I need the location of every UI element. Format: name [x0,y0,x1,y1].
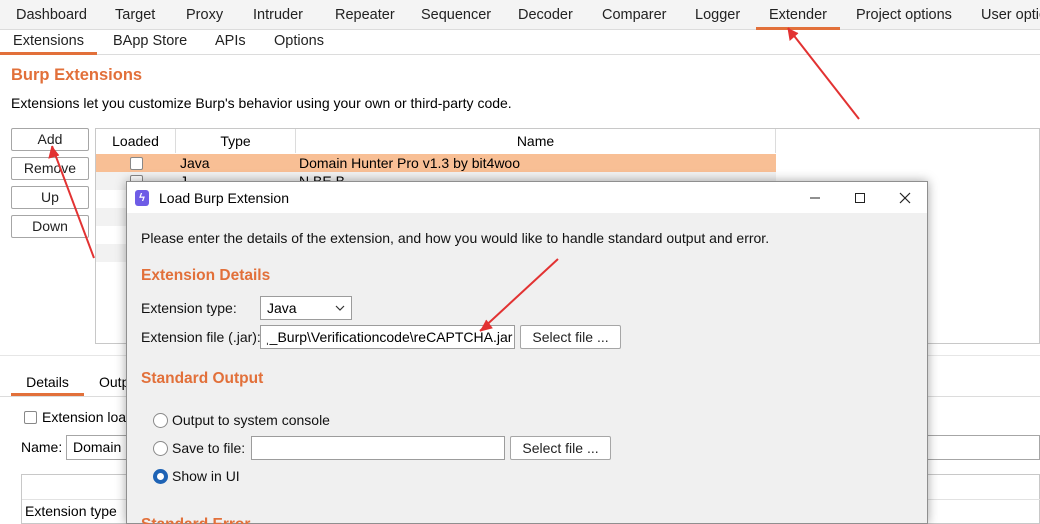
arrow-to-extension-file [479,258,559,332]
arrow-to-extender-tab [787,27,860,120]
arrow-to-add-button [48,145,95,259]
annotation-arrows [48,27,860,332]
